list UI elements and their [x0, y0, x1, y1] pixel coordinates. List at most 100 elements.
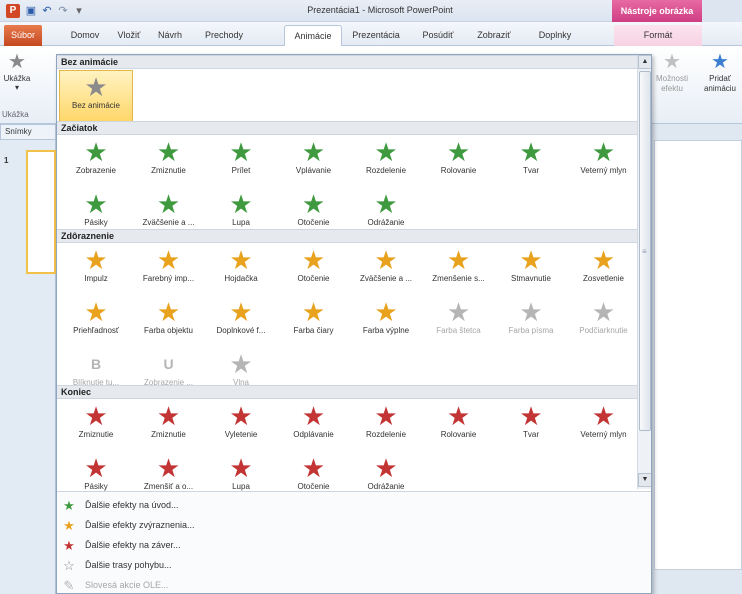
- menu-item: ✎ Slovesá akcie OLE...: [57, 576, 651, 593]
- emphasis-effect-item[interactable]: ★ Farba čiary: [277, 296, 351, 348]
- tab-súbor[interactable]: Súbor: [4, 25, 42, 46]
- emphasis-star-icon: ★: [301, 245, 326, 275]
- emphasis-effect-label: Hojdačka: [224, 274, 258, 283]
- exit-effect-label: Zmenšiť a o...: [143, 482, 194, 491]
- entrance-effect-item[interactable]: ★ Zmiznutie: [132, 136, 206, 188]
- exit-effect-item[interactable]: ★ Rolovanie: [422, 400, 496, 452]
- emphasis-effect-item[interactable]: ★ Priehľadnosť: [59, 296, 133, 348]
- entrance-effect-item[interactable]: ★ Zobrazenie: [59, 136, 133, 188]
- picture-tools-context-header: Nástroje obrázka: [612, 0, 702, 22]
- exit-star-icon: ★: [591, 401, 616, 431]
- entrance-effect-item[interactable]: ★ Prílet: [204, 136, 278, 188]
- entrance-effect-label: Prílet: [231, 166, 251, 175]
- tab-návrh[interactable]: Návrh: [150, 25, 190, 46]
- entrance-effect-item[interactable]: ★ Veterný mlyn: [567, 136, 641, 188]
- emphasis-effect-item[interactable]: ★ Zmenšenie s...: [422, 244, 496, 296]
- emphasis-effect-item[interactable]: ★ Impulz: [59, 244, 133, 296]
- emphasis-star-icon: ★: [156, 245, 181, 275]
- menu-item[interactable]: ★ Ďalšie efekty na záver...: [57, 536, 651, 555]
- tab-domov[interactable]: Domov: [64, 25, 106, 46]
- exit-star-icon: ★: [156, 453, 181, 483]
- emphasis-effect-item[interactable]: ★ Farba objektu: [132, 296, 206, 348]
- emphasis-effect-label: Farba písma: [508, 326, 554, 335]
- scroll-down-icon[interactable]: ▼: [638, 473, 651, 487]
- preview-button[interactable]: ★ Ukážka ▾: [2, 50, 32, 110]
- menu-item[interactable]: ☆ Ďalšie trasy pohybu...: [57, 556, 651, 575]
- entrance-effect-item[interactable]: ★ Vplávanie: [277, 136, 351, 188]
- emphasis-effect-item[interactable]: ★ Farba výplne: [349, 296, 423, 348]
- emphasis-effect-item[interactable]: ★ Otočenie: [277, 244, 351, 296]
- tab-prezentácia[interactable]: Prezentácia: [348, 25, 404, 46]
- tab-formát[interactable]: Formát: [614, 25, 702, 46]
- gallery-scrollbar[interactable]: ▲ ≡ ▼: [637, 55, 651, 489]
- entrance-effect-label: Pásiky: [84, 218, 108, 227]
- entrance-star-icon: ★: [301, 189, 326, 219]
- redo-icon[interactable]: ↷: [56, 4, 70, 18]
- tab-zobraziť[interactable]: Zobraziť: [466, 25, 522, 46]
- exit-effect-item[interactable]: ★ Zmiznutie: [59, 400, 133, 452]
- effect-options-icon: ★: [663, 51, 681, 73]
- scroll-up-icon[interactable]: ▲: [638, 55, 651, 69]
- menu-item[interactable]: ★ Ďalšie efekty na úvod...: [57, 496, 651, 515]
- emphasis-effect-label: Doplnkové f...: [216, 326, 266, 335]
- emphasis-star-icon: ★: [519, 245, 543, 275]
- entrance-star-icon: ★: [84, 137, 108, 167]
- entrance-star-icon: ★: [519, 137, 543, 167]
- menu-item-label: Ďalšie efekty na úvod...: [85, 500, 179, 510]
- emphasis-star-icon: ★: [229, 245, 253, 275]
- exit-star-icon: ★: [446, 401, 471, 431]
- exit-effect-item[interactable]: ★ Odplávanie: [277, 400, 351, 452]
- emphasis-effect-item[interactable]: ★ Hojdačka: [204, 244, 278, 296]
- emphasis-star-icon: ★: [446, 245, 471, 275]
- tab-doplnky[interactable]: Doplnky: [530, 25, 580, 46]
- menu-item-label: Ďalšie efekty zvýraznenia...: [85, 520, 195, 530]
- customize-quick-access-icon[interactable]: ▾: [72, 4, 86, 18]
- window-title: Prezentácia1 - Microsoft PowerPoint: [307, 5, 453, 15]
- entrance-effect-label: Otočenie: [297, 218, 330, 227]
- powerpoint-app-icon[interactable]: P: [6, 4, 20, 18]
- exit-effect-label: Lupa: [232, 482, 250, 491]
- emphasis-star-icon: ★: [229, 297, 253, 327]
- add-animation-button[interactable]: ★ Pridať animáciu: [698, 50, 742, 112]
- effect-options-button[interactable]: ★ Možnosti efektu: [648, 50, 696, 112]
- entrance-effect-item[interactable]: ★ Rolovanie: [422, 136, 496, 188]
- entrance-effect-label: Rolovanie: [440, 166, 477, 175]
- exit-effect-item[interactable]: ★ Zmiznutie: [132, 400, 206, 452]
- tab-posúdiť[interactable]: Posúdiť: [414, 25, 462, 46]
- emphasis-effect-item[interactable]: ★ Zosvetlenie: [567, 244, 641, 296]
- emphasis-star-icon: ★: [301, 297, 326, 327]
- exit-effect-label: Odrážanie: [367, 482, 405, 491]
- slide-canvas[interactable]: [654, 140, 742, 570]
- entrance-effect-item[interactable]: ★ Rozdelenie: [349, 136, 423, 188]
- menu-item[interactable]: ★ Ďalšie efekty zvýraznenia...: [57, 516, 651, 535]
- emphasis-effect-label: Zosvetlenie: [583, 274, 624, 283]
- slides-tab[interactable]: Snímky: [0, 124, 56, 140]
- entrance-star-icon: ★: [229, 137, 253, 167]
- scroll-thumb[interactable]: ≡: [639, 71, 651, 431]
- tab-vložiť[interactable]: Vložiť: [110, 25, 148, 46]
- menu-item-label: Ďalšie trasy pohybu...: [85, 560, 172, 570]
- exit-effect-item[interactable]: ★ Veterný mlyn: [567, 400, 641, 452]
- exit-effect-item[interactable]: ★ Tvar: [494, 400, 568, 452]
- emphasis-effect-item[interactable]: ★ Stmavnutie: [494, 244, 568, 296]
- exit-effect-item[interactable]: ★ Rozdelenie: [349, 400, 423, 452]
- emphasis-effect-label: Impulz: [84, 274, 108, 283]
- menu-item-label: Ďalšie efekty na záver...: [85, 540, 181, 550]
- entrance-effect-label: Vplávanie: [295, 166, 332, 175]
- tab-prechody[interactable]: Prechody: [196, 25, 252, 46]
- emphasis-effect-item[interactable]: ★ Farebný imp...: [132, 244, 206, 296]
- exit-effect-item[interactable]: ★ Vyletenie: [204, 400, 278, 452]
- emphasis-effect-item[interactable]: ★ Zväčšenie a ...: [349, 244, 423, 296]
- title-bar-right: [702, 0, 742, 22]
- ole-icon: ✎: [63, 578, 75, 593]
- entrance-effect-label: Zmiznutie: [151, 166, 186, 175]
- emphasis-effect-label: Priehľadnosť: [73, 326, 119, 335]
- save-icon[interactable]: ▣: [24, 4, 38, 18]
- slide-thumbnail[interactable]: [26, 150, 56, 274]
- emphasis-effect-item[interactable]: ★ Doplnkové f...: [204, 296, 278, 348]
- entrance-effect-item[interactable]: ★ Tvar: [494, 136, 568, 188]
- no-animation-item[interactable]: ★ Bez animácie: [59, 70, 133, 122]
- emphasis-effect-item: ★ Farba písma: [494, 296, 568, 348]
- tab-animácie[interactable]: Animácie: [284, 25, 342, 46]
- undo-icon[interactable]: ↶: [40, 4, 54, 18]
